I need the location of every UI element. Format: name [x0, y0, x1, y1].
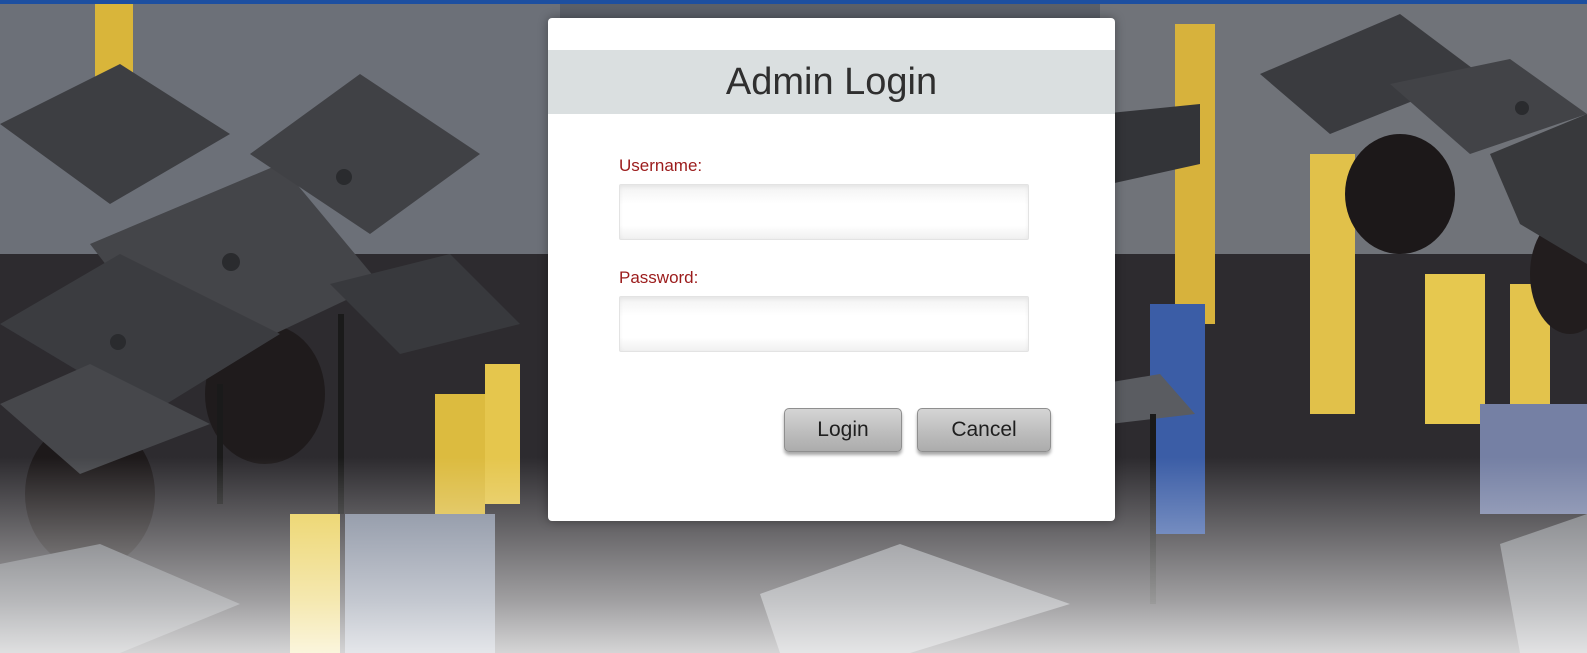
username-label: Username:	[619, 156, 703, 175]
top-accent-bar	[0, 0, 1587, 4]
login-dialog: Admin Login Username: Password: Login Ca…	[548, 18, 1115, 521]
username-input[interactable]	[619, 184, 1029, 240]
cancel-button[interactable]: Cancel	[917, 408, 1051, 452]
dialog-header: Admin Login	[548, 50, 1115, 114]
password-input[interactable]	[619, 296, 1029, 352]
login-page: Admin Login Username: Password: Login Ca…	[0, 0, 1587, 653]
login-button[interactable]: Login	[784, 408, 902, 452]
dialog-title: Admin Login	[725, 61, 938, 103]
password-label: Password:	[619, 268, 699, 287]
